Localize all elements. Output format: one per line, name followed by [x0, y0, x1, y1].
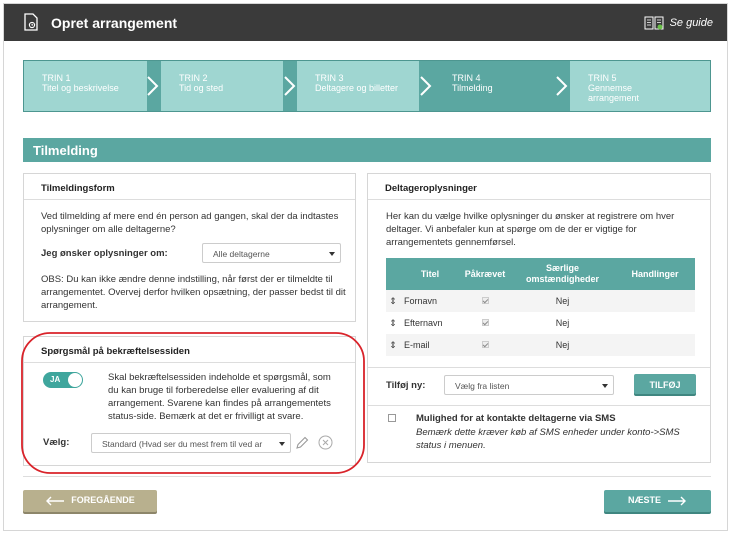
tilmeldingsform-intro: Ved tilmelding af mere end én person ad … [41, 211, 339, 235]
checkmark-icon [481, 341, 489, 348]
step-2[interactable]: TRIN 2 Tid og sted [161, 61, 283, 111]
arrow-left-icon [46, 496, 65, 506]
page-title: Opret arrangement [51, 15, 178, 31]
required-checkbox [460, 312, 510, 334]
step-2-title: Tid og sted [179, 83, 224, 93]
question-select[interactable]: Standard (Hvad ser du mest frem til ved … [91, 433, 291, 453]
checkmark-icon [481, 319, 489, 326]
deltager-intro: Her kan du vælge hvilke oplysninger du ø… [386, 211, 675, 248]
info-scope-select[interactable]: Alle deltagerne [202, 243, 341, 263]
arrow-right-icon [668, 496, 686, 506]
next-label: NÆSTE [627, 495, 661, 505]
add-field-button[interactable]: TILFØJ [634, 374, 696, 394]
step-5[interactable]: TRIN 5 Gennemse arrangement [570, 61, 710, 111]
deltager-panel: Deltageroplysninger Her kan du vælge hvi… [367, 173, 711, 463]
question-select-value: Standard (Hvad ser du mest frem til ved … [102, 439, 263, 449]
table-row: ⇕ Efternavn Nej [386, 312, 695, 334]
info-scope-label: Jeg ønsker oplysninger om: [41, 248, 168, 259]
footer-divider [23, 476, 711, 477]
add-field-select[interactable]: Vælg fra listen [444, 375, 614, 395]
app-header: Opret arrangement Se guide [4, 4, 727, 41]
chevron-right-icon [556, 76, 568, 96]
step-3-label: TRIN 3 [315, 73, 344, 83]
row-title: Fornavn [400, 290, 460, 312]
question-select-label: Vælg: [43, 437, 70, 448]
chevron-right-icon [147, 76, 159, 96]
add-field-label: Tilføj ny: [386, 380, 426, 391]
row-title: E-mail [400, 334, 460, 356]
tilmeldingsform-title: Tilmeldingsform [24, 174, 355, 200]
required-checkbox [460, 334, 510, 356]
row-special: Nej [510, 334, 615, 356]
table-row: ⇕ Fornavn Nej [386, 290, 695, 312]
deltager-title: Deltageroplysninger [368, 174, 710, 200]
participant-fields-table: Titel Påkrævet Særlige omstændigheder Ha… [386, 258, 695, 356]
section-title: Tilmelding [23, 138, 711, 162]
sms-title: Mulighed for at kontakte deltagerne via … [416, 413, 616, 424]
caret-down-icon [279, 442, 285, 446]
col-title: Titel [400, 258, 460, 290]
step-5-title-line2: arrangement [588, 93, 640, 103]
info-scope-value: Alle deltagerne [213, 249, 270, 259]
drag-handle-icon[interactable]: ⇕ [386, 290, 400, 312]
step-5-label: TRIN 5 [588, 73, 617, 83]
guide-link[interactable]: Se guide [644, 15, 713, 31]
sms-checkbox[interactable] [388, 414, 396, 422]
caret-down-icon [602, 384, 608, 388]
book-icon [644, 16, 664, 30]
add-field-value: Vælg fra listen [455, 381, 510, 391]
col-required: Påkrævet [460, 258, 510, 290]
checkmark-icon [481, 297, 489, 304]
step-2-label: TRIN 2 [179, 73, 208, 83]
sms-note: Bemærk dette kræver køb af SMS enheder u… [416, 427, 680, 451]
step-4-title: Tilmelding [452, 83, 493, 93]
document-icon [24, 13, 38, 31]
questions-text: Skal bekræftelsessiden indeholde et spør… [108, 372, 331, 422]
drag-handle-icon[interactable]: ⇕ [386, 312, 400, 334]
next-button[interactable]: NÆSTE [604, 490, 711, 512]
step-1-title: Titel og beskrivelse [42, 83, 119, 93]
caret-down-icon [329, 252, 335, 256]
previous-label: FOREGÅENDE [71, 495, 135, 505]
col-actions: Handlinger [615, 258, 695, 290]
step-1-label: TRIN 1 [42, 73, 71, 83]
step-3-title: Deltagere og billetter [315, 83, 399, 93]
questions-panel: Spørgsmål på bekræftelsessiden JA Skal b… [23, 336, 356, 466]
divider [368, 367, 710, 368]
questions-toggle[interactable]: JA [43, 372, 83, 388]
toggle-label: JA [50, 375, 61, 384]
row-title: Efternavn [404, 318, 443, 328]
row-special: Nej [510, 290, 615, 312]
step-5-title: Gennemse [588, 83, 633, 93]
toggle-knob [68, 373, 82, 387]
step-1[interactable]: TRIN 1 Titel og beskrivelse [24, 61, 147, 111]
tilmeldingsform-panel: Tilmeldingsform Ved tilmelding af mere e… [23, 173, 356, 322]
step-4-active[interactable]: TRIN 4 Tilmelding [434, 61, 556, 111]
chevron-right-icon [420, 76, 432, 96]
step-4-label: TRIN 4 [452, 73, 481, 83]
row-special: Nej [555, 318, 570, 328]
step-3[interactable]: TRIN 3 Deltagere og billetter [297, 61, 419, 111]
pencil-icon[interactable] [295, 436, 309, 450]
table-row: ⇕ E-mail Nej [386, 334, 695, 356]
guide-label: Se guide [669, 17, 713, 29]
table-header: Titel Påkrævet Særlige omstændigheder Ha… [386, 258, 695, 290]
divider [368, 405, 710, 406]
col-special: Særlige omstændigheder [510, 258, 615, 290]
remove-icon[interactable] [318, 435, 333, 450]
previous-button[interactable]: FOREGÅENDE [23, 490, 157, 512]
app-frame: Opret arrangement Se guide TRIN 1 Titel … [3, 3, 728, 531]
questions-title: Spørgsmål på bekræftelsessiden [24, 337, 355, 363]
wizard-steps: TRIN 1 Titel og beskrivelse TRIN 2 Tid o… [23, 60, 711, 112]
tilmeldingsform-note: OBS: Du kan ikke ændre denne indstilling… [41, 274, 346, 311]
drag-handle-icon[interactable]: ⇕ [386, 334, 400, 356]
required-checkbox [460, 290, 510, 312]
